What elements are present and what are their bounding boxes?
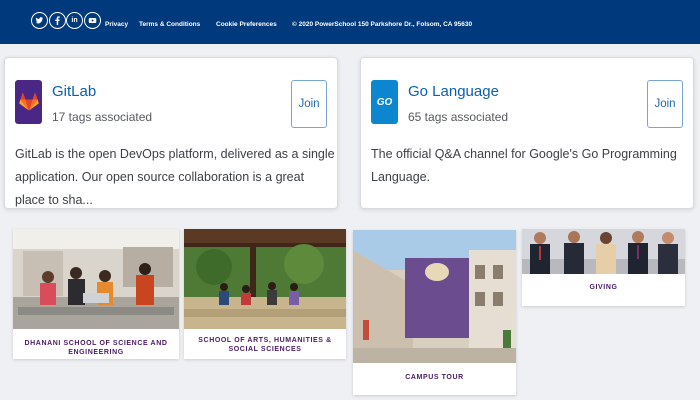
school-label[interactable]: School of Arts, Humanities & Social Scie…: [184, 336, 346, 354]
giving-tile[interactable]: Giving: [522, 229, 685, 306]
privacy-link[interactable]: Privacy: [105, 21, 128, 28]
tags-count: 17 tags associated: [52, 110, 153, 124]
school-label[interactable]: Giving: [522, 283, 685, 292]
join-button[interactable]: Join: [647, 80, 683, 128]
join-button[interactable]: Join: [291, 80, 327, 128]
campus-tour-tile[interactable]: Campus Tour: [353, 230, 516, 395]
cookie-preferences-link[interactable]: Cookie Preferences: [216, 21, 277, 28]
school-label[interactable]: Dhanani School of Science and Engineerin…: [13, 339, 179, 357]
community-description: GitLab is the open DevOps platform, deli…: [15, 147, 335, 207]
community-card-go-language[interactable]: GO Go Language 65 tags associated The of…: [360, 57, 694, 209]
community-title[interactable]: Go Language: [408, 83, 499, 100]
campus-building-photo: [353, 230, 516, 363]
footer-bar: in Privacy Terms & Conditions Cookie Pre…: [0, 0, 700, 44]
school-tile-engineering[interactable]: Dhanani School of Science and Engineerin…: [13, 229, 179, 359]
community-card-gitlab[interactable]: GitLab 17 tags associated GitLab is the …: [4, 57, 338, 209]
go-gopher-icon: GO: [371, 80, 398, 124]
facebook-icon[interactable]: [49, 12, 66, 29]
school-tile-arts[interactable]: School of Arts, Humanities & Social Scie…: [184, 229, 346, 359]
linkedin-icon[interactable]: in: [66, 12, 83, 29]
community-title[interactable]: GitLab: [52, 83, 96, 100]
copyright-text: © 2020 PowerSchool 150 Parkshore Dr., Fo…: [292, 21, 473, 28]
lab-photo: [13, 229, 179, 329]
tags-count: 65 tags associated: [408, 110, 509, 124]
courtyard-photo: [184, 229, 346, 329]
twitter-icon[interactable]: [31, 12, 48, 29]
school-label[interactable]: Campus Tour: [353, 373, 516, 382]
leadership-photo: [522, 229, 685, 274]
terms-link[interactable]: Terms & Conditions: [139, 21, 200, 28]
gitlab-icon: [15, 80, 42, 124]
youtube-icon[interactable]: [84, 12, 101, 29]
community-description: The official Q&A channel for Google's Go…: [371, 147, 677, 184]
